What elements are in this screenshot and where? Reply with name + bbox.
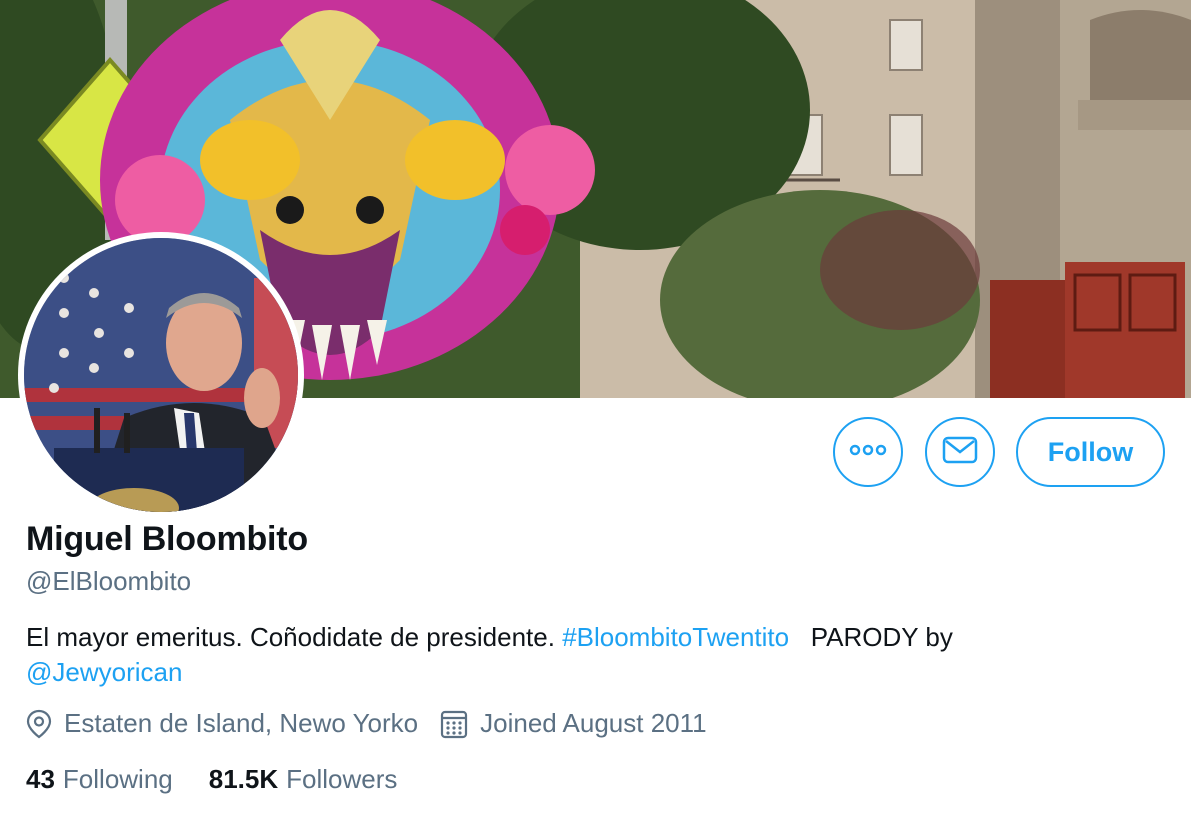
bio-parody-text: PARODY by bbox=[789, 622, 953, 652]
followers-link[interactable]: 81.5K Followers bbox=[209, 764, 398, 795]
profile-avatar[interactable] bbox=[18, 232, 304, 518]
profile-meta: Estaten de Island, Newo Yorko Joined Aug… bbox=[26, 708, 729, 739]
profile-page: Follow Miguel Bloombito @ElBloombito El … bbox=[0, 0, 1191, 814]
user-handle: @ElBloombito bbox=[26, 566, 192, 596]
avatar-photo bbox=[24, 238, 298, 512]
bio-hashtag-link[interactable]: #BloombitoTwentito bbox=[562, 622, 789, 652]
more-options-button[interactable] bbox=[833, 417, 903, 487]
following-label: Following bbox=[62, 764, 173, 794]
display-name: Miguel Bloombito bbox=[26, 520, 308, 558]
bio-text: El mayor emeritus. Coñodidate de preside… bbox=[26, 622, 563, 652]
location-pin-icon bbox=[26, 709, 52, 739]
follow-button[interactable]: Follow bbox=[1016, 417, 1165, 487]
location-text: Estaten de Island, Newo Yorko bbox=[64, 708, 419, 738]
profile-bio: El mayor emeritus. Coñodidate de preside… bbox=[26, 620, 1146, 690]
followers-label: Followers bbox=[286, 764, 398, 794]
joined-item: Joined August 2011 bbox=[440, 708, 707, 739]
mail-icon bbox=[942, 435, 978, 470]
following-count: 43 bbox=[26, 764, 55, 794]
profile-stats: 43 Following 81.5K Followers bbox=[26, 764, 433, 795]
joined-text: Joined August 2011 bbox=[480, 708, 707, 738]
bio-mention-link[interactable]: @Jewyorican bbox=[26, 657, 182, 687]
location-item: Estaten de Island, Newo Yorko bbox=[26, 708, 418, 739]
more-icon bbox=[848, 443, 888, 462]
followers-count: 81.5K bbox=[208, 764, 279, 794]
calendar-icon bbox=[440, 709, 468, 739]
following-link[interactable]: 43 Following bbox=[26, 764, 173, 795]
message-button[interactable] bbox=[925, 417, 995, 487]
